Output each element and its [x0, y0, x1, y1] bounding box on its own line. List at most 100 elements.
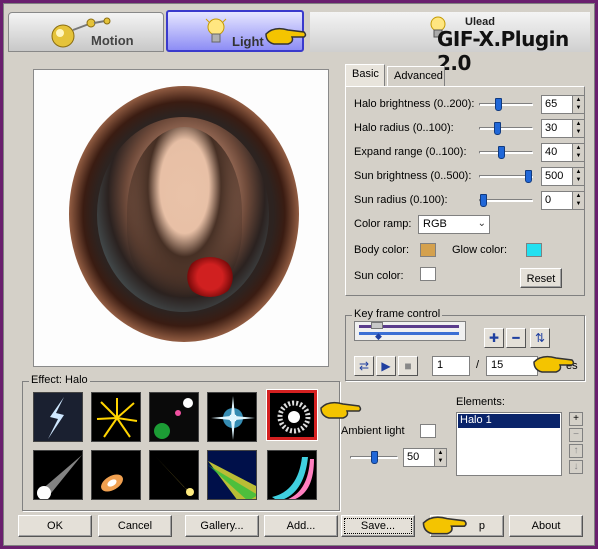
- tab-motion[interactable]: Motion: [8, 12, 164, 52]
- effect-star-burst[interactable]: [207, 392, 257, 442]
- lightning-icon: [34, 393, 82, 441]
- param-label: Halo radius (0..100):: [354, 122, 454, 134]
- slider-thumb[interactable]: [371, 451, 378, 464]
- loop-icon[interactable]: ⇄: [354, 356, 374, 376]
- total-frames-field[interactable]: 15: [486, 356, 538, 376]
- ambient-slider[interactable]: [350, 451, 398, 464]
- slider-thumb[interactable]: [480, 194, 487, 207]
- cancel-button[interactable]: Cancel: [98, 515, 172, 537]
- list-item[interactable]: Halo 1: [458, 414, 560, 428]
- color-ramp-value: RGB: [423, 218, 447, 230]
- effect-comet[interactable]: [149, 450, 199, 500]
- save-button[interactable]: Save...: [341, 515, 415, 537]
- play-icon[interactable]: ▶: [376, 356, 396, 376]
- effect-fireworks[interactable]: [91, 392, 141, 442]
- sun-color-swatch[interactable]: [420, 267, 436, 281]
- spin-arrows-icon[interactable]: ▲ ▼: [572, 144, 584, 161]
- spin-arrows-icon[interactable]: ▲ ▼: [572, 168, 584, 185]
- tab-advanced[interactable]: Advanced: [387, 66, 445, 86]
- move-down-icon[interactable]: ↓: [569, 460, 583, 474]
- comet-icon: [150, 451, 198, 499]
- remove-element-icon[interactable]: −: [569, 428, 583, 442]
- keyframe-title: Key frame control: [352, 308, 443, 320]
- keyframe-timeline[interactable]: ◆: [354, 321, 466, 341]
- color-ramp-select[interactable]: RGB ⌄: [418, 215, 490, 234]
- slider-thumb[interactable]: [498, 146, 505, 159]
- param-slider[interactable]: [479, 146, 533, 159]
- ok-button[interactable]: OK: [18, 515, 92, 537]
- param-label: Sun brightness (0..500):: [354, 170, 472, 182]
- effect-spotlight[interactable]: [33, 450, 83, 500]
- slider-thumb[interactable]: [494, 122, 501, 135]
- about-button[interactable]: About: [509, 515, 583, 537]
- ambient-spinbox[interactable]: 50 ▲ ▼: [403, 448, 447, 467]
- add-element-icon[interactable]: +: [569, 412, 583, 426]
- body-color-label: Body color:: [354, 244, 410, 256]
- color-ramp-row: Color ramp: RGB ⌄: [354, 215, 580, 235]
- bulb-icon: [205, 18, 227, 43]
- param-value[interactable]: 65: [545, 98, 557, 110]
- timeline-thumb[interactable]: [371, 322, 383, 329]
- param-slider[interactable]: [479, 194, 533, 207]
- effect-halo[interactable]: [266, 389, 318, 441]
- glow-color-swatch[interactable]: [526, 243, 542, 257]
- elements-list[interactable]: Halo 1: [456, 412, 562, 476]
- current-frame-field[interactable]: 1: [432, 356, 470, 376]
- ambient-value[interactable]: 50: [407, 451, 419, 463]
- ambient-checkbox[interactable]: [420, 424, 436, 438]
- keyframe-marker-icon[interactable]: ◆: [375, 331, 382, 342]
- effect-lens-flare[interactable]: [149, 392, 199, 442]
- add-keyframe-icon[interactable]: ✚: [484, 328, 504, 348]
- tab-light[interactable]: Light: [166, 10, 307, 52]
- reset-button[interactable]: Reset: [520, 268, 562, 288]
- param-value[interactable]: 40: [545, 146, 557, 158]
- add-button[interactable]: Add...: [264, 515, 338, 537]
- param-spinbox[interactable]: 40 ▲ ▼: [541, 143, 585, 162]
- chevron-down-icon[interactable]: ⌄: [478, 218, 486, 229]
- effect-rays[interactable]: [207, 450, 257, 500]
- effect-glow[interactable]: [91, 450, 141, 500]
- gallery-button[interactable]: Gallery...: [185, 515, 259, 537]
- move-up-icon[interactable]: ↑: [569, 444, 583, 458]
- param-slider[interactable]: [479, 170, 533, 183]
- ambient-label: Ambient light: [341, 425, 405, 437]
- slider-thumb[interactable]: [495, 98, 502, 111]
- param-spinbox[interactable]: 0 ▲ ▼: [541, 191, 585, 210]
- param-value[interactable]: 0: [545, 194, 551, 206]
- stop-icon[interactable]: ■: [398, 356, 418, 376]
- remove-keyframe-icon[interactable]: ━: [506, 328, 526, 348]
- spin-arrows-icon[interactable]: ▲ ▼: [572, 192, 584, 209]
- param-spinbox[interactable]: 65 ▲ ▼: [541, 95, 585, 114]
- reverse-keyframe-icon[interactable]: ⇅: [530, 328, 550, 348]
- sun-color-label: Sun color:: [354, 270, 404, 282]
- portrait-image: [97, 117, 269, 312]
- color-ramp-label: Color ramp:: [354, 218, 412, 230]
- tab-basic[interactable]: Basic: [345, 64, 385, 86]
- param-label: Halo brightness (0..200):: [354, 98, 475, 110]
- param-slider[interactable]: [479, 98, 533, 111]
- body-color-swatch[interactable]: [420, 243, 436, 257]
- param-value[interactable]: 500: [545, 170, 563, 182]
- basic-panel: Halo brightness (0..200): 65 ▲ ▼ Halo radi…: [345, 86, 585, 296]
- param-spinbox[interactable]: 500 ▲ ▼: [541, 167, 585, 186]
- param-slider[interactable]: [479, 122, 533, 135]
- spin-arrows-icon[interactable]: ▲ ▼: [434, 449, 446, 466]
- spin-arrows-icon[interactable]: ▲ ▼: [572, 120, 584, 137]
- fireworks-icon: [92, 393, 140, 441]
- slider-thumb[interactable]: [525, 170, 532, 183]
- pointing-hand-icon: [320, 401, 362, 419]
- effect-lightning[interactable]: [33, 392, 83, 442]
- brand-title: GIF-X.Plugin 2.0: [437, 27, 569, 75]
- rays-icon: [208, 451, 256, 499]
- glow-color-label: Glow color:: [452, 244, 508, 256]
- effect-rainbow[interactable]: [267, 450, 317, 500]
- param-row: Halo brightness (0..200): 65 ▲ ▼: [354, 95, 585, 115]
- header: Motion Light Ulead GIF-X.Plugin 2.0: [8, 10, 592, 75]
- param-spinbox[interactable]: 30 ▲ ▼: [541, 119, 585, 138]
- param-value[interactable]: 30: [545, 122, 557, 134]
- tab-light-label: Light: [232, 34, 264, 49]
- halo-icon: [270, 393, 314, 437]
- spin-arrows-icon[interactable]: ▲ ▼: [572, 96, 584, 113]
- lens-flare-icon: [150, 393, 198, 441]
- preview-canvas: [33, 69, 329, 367]
